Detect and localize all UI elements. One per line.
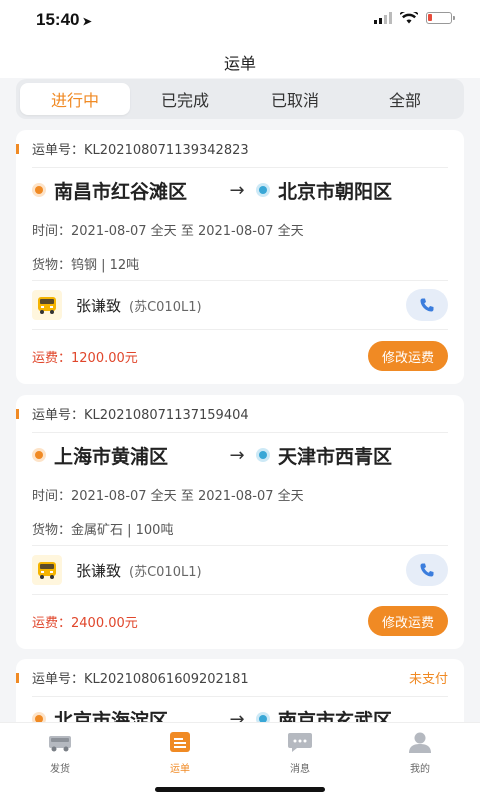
waybill-icon xyxy=(170,732,190,752)
phone-icon xyxy=(420,298,434,312)
fee-row: 运费：1200.00元 修改运费 xyxy=(32,330,448,382)
order-time: 时间：2021-08-07 全天 至 2021-08-07 全天 xyxy=(32,223,304,239)
order-route: 上海市黄浦区 → 天津市西青区 xyxy=(32,433,448,477)
truck-icon xyxy=(49,736,71,752)
freight-fee: 运费：2400.00元 xyxy=(32,615,138,631)
tabbar-item-waybill[interactable]: 运单 xyxy=(150,731,210,775)
wifi-icon xyxy=(400,12,418,24)
origin-city: 南昌市红谷滩区 xyxy=(54,180,188,203)
tabbar-item-ship[interactable]: 发货 xyxy=(30,731,90,775)
origin-city: 上海市黄浦区 xyxy=(54,445,169,468)
driver-row: 张谦致 (苏C010L1) xyxy=(32,280,448,330)
tabbar-item-profile[interactable]: 我的 xyxy=(390,731,450,775)
tabbar-label: 消息 xyxy=(290,764,310,775)
tabbar-item-messages[interactable]: 消息 xyxy=(270,731,330,775)
message-icon xyxy=(288,733,312,752)
order-list[interactable]: 运单号：KL202108071139342823 南昌市红谷滩区 → 北京市朝阳… xyxy=(0,130,480,722)
fee-row: 运费：2400.00元 修改运费 xyxy=(32,595,448,647)
order-route: 南昌市红谷滩区 → 北京市朝阳区 xyxy=(32,168,448,212)
destination-city: 北京市朝阳区 xyxy=(278,180,393,203)
order-card[interactable]: 运单号：KL202108071139342823 南昌市红谷滩区 → 北京市朝阳… xyxy=(16,130,464,384)
order-card-header: 运单号：KL202108071139342823 xyxy=(16,130,448,168)
order-card[interactable]: 运单号：KL202108061609202181 未支付 北京市海淀区 → 南京… xyxy=(16,659,464,722)
order-card-header: 运单号：KL202108071137159404 xyxy=(16,395,448,433)
freight-fee: 运费：1200.00元 xyxy=(32,350,138,366)
edit-fee-button[interactable]: 修改运费 xyxy=(367,606,448,636)
tabbar-label: 发货 xyxy=(50,764,70,775)
destination-dot-icon xyxy=(256,448,270,462)
arrow-right-icon: → xyxy=(229,179,245,201)
nav-bar: 运单 xyxy=(0,40,480,78)
driver-row: 张谦致 (苏C010L1) xyxy=(32,545,448,595)
tab-in-progress[interactable]: 进行中 xyxy=(20,83,130,115)
order-route: 北京市海淀区 → 南京市玄武区 xyxy=(32,697,448,722)
status-icons xyxy=(374,12,455,24)
order-time: 时间：2021-08-07 全天 至 2021-08-07 全天 xyxy=(32,488,304,504)
vehicle-plate: (苏C010L1) xyxy=(129,564,202,580)
order-status-tag: 未支付 xyxy=(408,672,448,687)
battery-icon xyxy=(426,12,455,24)
user-icon xyxy=(409,732,431,753)
signal-icon xyxy=(374,12,392,24)
destination-dot-icon xyxy=(256,183,270,197)
order-cargo: 货物：金属矿石 | 100吨 xyxy=(32,522,174,538)
origin-dot-icon xyxy=(32,712,46,722)
tab-all[interactable]: 全部 xyxy=(350,83,460,115)
origin-dot-icon xyxy=(32,448,46,462)
destination-city: 南京市玄武区 xyxy=(278,709,393,723)
arrow-right-icon: → xyxy=(229,708,245,723)
home-indicator[interactable] xyxy=(155,787,325,792)
tabbar-label: 运单 xyxy=(170,764,190,775)
order-card-header: 运单号：KL202108061609202181 未支付 xyxy=(16,659,448,697)
driver-name: 张谦致 xyxy=(76,296,122,315)
status-tabs: 进行中 已完成 已取消 全部 xyxy=(16,79,464,119)
call-driver-button[interactable] xyxy=(406,554,448,586)
vehicle-plate: (苏C010L1) xyxy=(129,299,202,315)
status-time-text: 15:40 xyxy=(36,10,80,29)
order-number: 运单号：KL202108061609202181 xyxy=(32,672,249,687)
order-card[interactable]: 运单号：KL202108071137159404 上海市黄浦区 → 天津市西青区… xyxy=(16,395,464,649)
arrow-right-icon: → xyxy=(229,444,245,466)
tab-cancelled[interactable]: 已取消 xyxy=(240,83,350,115)
order-number: 运单号：KL202108071137159404 xyxy=(32,408,249,423)
destination-city: 天津市西青区 xyxy=(278,445,393,468)
driver-name: 张谦致 xyxy=(76,561,122,580)
edit-fee-button[interactable]: 修改运费 xyxy=(367,341,448,371)
origin-dot-icon xyxy=(32,183,46,197)
destination-dot-icon xyxy=(256,712,270,722)
location-arrow-icon: ➤ xyxy=(82,16,92,28)
order-cargo: 货物：钨钢 | 12吨 xyxy=(32,257,140,273)
bus-icon xyxy=(32,555,62,585)
order-number: 运单号：KL202108071139342823 xyxy=(32,143,249,158)
page-title: 运单 xyxy=(223,54,256,73)
tabbar-label: 我的 xyxy=(410,764,430,775)
call-driver-button[interactable] xyxy=(406,289,448,321)
origin-city: 北京市海淀区 xyxy=(54,709,169,723)
tab-completed[interactable]: 已完成 xyxy=(130,83,240,115)
phone-icon xyxy=(420,563,434,577)
status-time: 15:40 ➤ xyxy=(36,10,92,30)
bus-icon xyxy=(32,290,62,320)
status-bar: 15:40 ➤ xyxy=(0,0,480,40)
